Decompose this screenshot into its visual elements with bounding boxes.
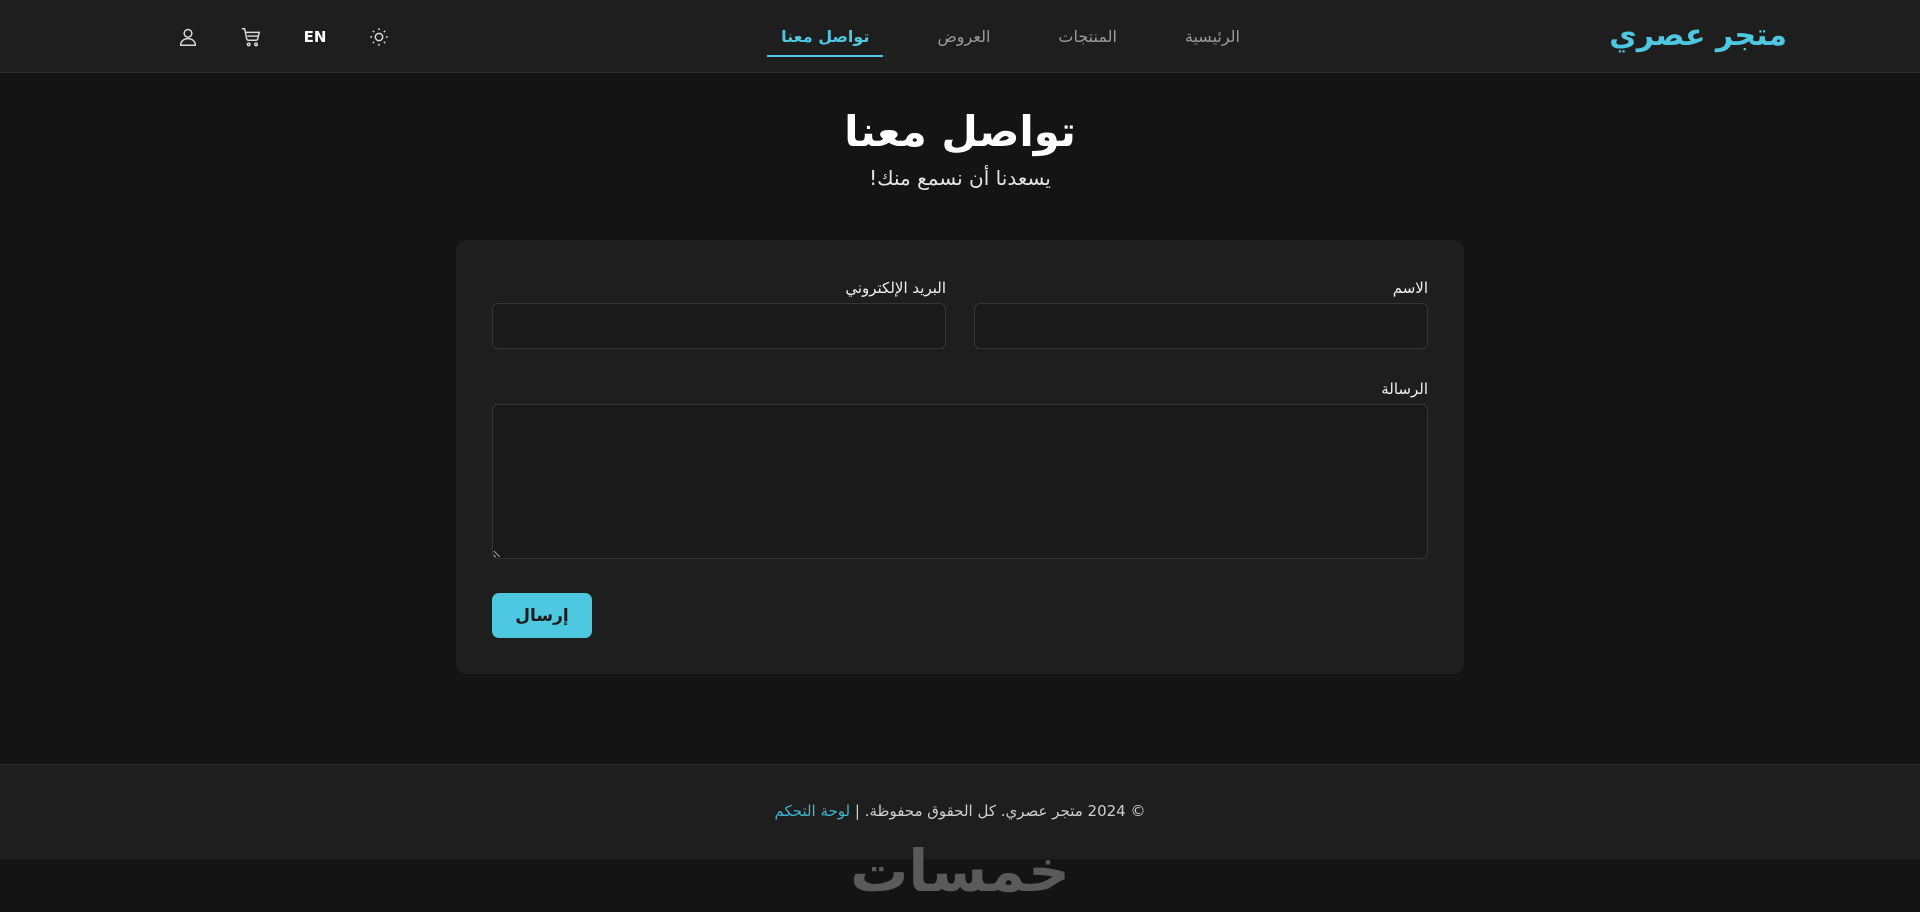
theme-toggle-icon[interactable]: [364, 20, 394, 54]
main-nav: الرئيسية المنتجات العروض تواصل معنا: [727, 0, 1254, 73]
nav-item-products[interactable]: المنتجات: [1044, 0, 1131, 73]
user-icon[interactable]: [173, 20, 203, 54]
dashboard-link[interactable]: لوحة التحكم: [775, 802, 851, 820]
store-logo[interactable]: متجر عصري: [1609, 16, 1787, 56]
header-toolbar: EN: [140, 20, 394, 54]
site-header: متجر عصري الرئيسية المنتجات العروض تواصل…: [0, 0, 1920, 73]
footer-text: © 2024 متجر عصري. كل الحقوق محفوظة. | لو…: [0, 800, 1920, 822]
name-label: الاسم: [1392, 279, 1428, 297]
email-field[interactable]: [492, 303, 946, 349]
name-field[interactable]: [974, 303, 1428, 349]
message-field[interactable]: [492, 404, 1428, 559]
message-label: الرسالة: [1381, 380, 1428, 398]
nav-item-contact[interactable]: تواصل معنا: [767, 0, 884, 73]
contact-form-card: الاسم البريد الإلكتروني الرسالة إرسال: [456, 240, 1464, 674]
copyright-text: © 2024 متجر عصري. كل الحقوق محفوظة. |: [854, 802, 1146, 820]
nav-item-home[interactable]: الرئيسية: [1171, 0, 1254, 73]
page-title: تواصل معنا: [844, 107, 1076, 156]
language-toggle-button[interactable]: EN: [299, 20, 331, 54]
cart-icon[interactable]: [236, 20, 266, 54]
nav-item-offers[interactable]: العروض: [923, 0, 1004, 73]
submit-button[interactable]: إرسال: [492, 593, 592, 638]
email-label: البريد الإلكتروني: [845, 279, 946, 297]
page-subtitle: يسعدنا أن نسمع منك!: [869, 166, 1051, 190]
khamsat-watermark: خمسات: [850, 837, 1070, 905]
